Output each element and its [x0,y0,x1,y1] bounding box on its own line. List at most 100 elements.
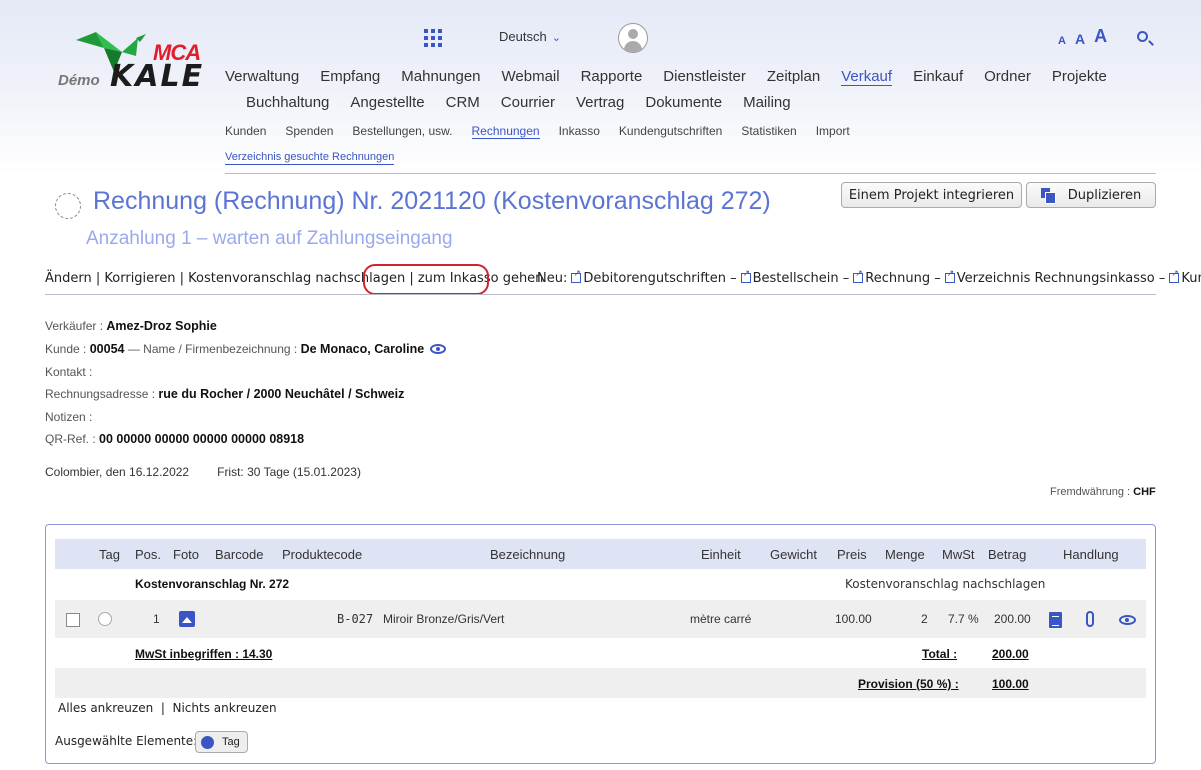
nav-crm[interactable]: CRM [446,94,480,111]
subnav-rechnungen[interactable]: Rechnungen [471,124,540,139]
kunde-name: De Monaco, Caroline [300,342,425,356]
subnav-spenden[interactable]: Spenden [285,124,333,138]
table-row [55,600,1146,638]
document-icon[interactable] [1049,612,1062,628]
image-icon[interactable] [179,611,195,627]
subnav-bestellungen[interactable]: Bestellungen, usw. [352,124,452,138]
neu-debitorengutschriften[interactable]: Debitorengutschriften [583,271,726,286]
user-avatar-icon[interactable] [618,23,648,53]
divider [225,173,1156,174]
tag-button-label: Tag [222,736,240,748]
neu-kunde[interactable]: Kunde [1181,271,1201,286]
nav-angestellte[interactable]: Angestellte [350,94,424,111]
font-size-controls: AAA [1058,26,1116,47]
th-preis: Preis [837,547,867,562]
nav-rapporte[interactable]: Rapporte [581,68,643,85]
korrigieren-link[interactable]: Korrigieren [104,271,175,286]
subnav-import[interactable]: Import [816,124,850,138]
verkaeufer-line: Verkäufer : Amez-Droz Sophie [45,319,217,333]
external-link-icon [1169,269,1180,283]
external-link-icon [571,269,582,283]
integrate-project-button[interactable]: Einem Projekt integrieren [841,182,1022,208]
nav-buchhaltung[interactable]: Buchhaltung [246,94,329,111]
provision-label: Provision (50 %) : [858,677,959,691]
cell-mwst: 7.7 % [948,612,979,626]
th-produktecode: Produktecode [282,547,363,562]
external-link-icon [853,269,864,283]
date-value: Colombier, den 16.12.2022 [45,465,190,479]
font-size-large-button[interactable]: A [1094,26,1107,46]
font-size-small-button[interactable]: A [1058,35,1066,47]
nav-empfang[interactable]: Empfang [320,68,380,85]
page-title: Rechnung (Rechnung) Nr. 2021120 (Kostenv… [93,187,771,215]
language-select[interactable]: Deutsch ⌄ [499,29,561,44]
status-circle-icon [55,193,81,219]
neu-verzeichnis[interactable]: Verzeichnis Rechnungsinkasso [957,271,1155,286]
apps-grid-icon[interactable] [424,29,442,47]
frist-value: Frist: 30 Tage (15.01.2023) [217,465,361,479]
total-label: Total : [922,647,958,661]
nav-dokumente[interactable]: Dokumente [645,94,722,111]
sub-nav: Kunden Spenden Bestellungen, usw. Rechnunge… [225,124,869,139]
page-subtitle: Anzahlung 1 – warten auf Zahlungseingang [86,228,453,249]
group-label: Kostenvoranschlag Nr. 272 [135,577,290,591]
new-links: Neu:Debitorengutschriften –Bestellschein… [537,269,1201,286]
name-label: — Name / Firmenbezeichnung : [127,342,298,356]
nav-projekte[interactable]: Projekte [1052,68,1107,85]
nav-ordner[interactable]: Ordner [984,68,1031,85]
subnav-inkasso[interactable]: Inkasso [559,124,600,138]
provision-value: 100.00 [992,677,1029,691]
nav-courrier[interactable]: Courrier [501,94,555,111]
adresse-line: Rechnungsadresse : rue du Rocher / 2000 … [45,387,404,401]
eye-icon[interactable] [1119,615,1136,625]
th-menge: Menge [885,547,925,562]
th-barcode: Barcode [215,547,264,562]
nav-verwaltung[interactable]: Verwaltung [225,68,299,85]
nav-verkauf[interactable]: Verkauf [841,68,893,86]
logo[interactable]: MCA Démo KALE [58,28,218,100]
row-checkbox[interactable] [66,613,80,627]
font-size-medium-button[interactable]: A [1075,31,1085,47]
nav-webmail[interactable]: Webmail [502,68,560,85]
subnav-kundengutschriften[interactable]: Kundengutschriften [619,124,722,138]
neu-label: Neu: [537,271,568,286]
subnav-kunden[interactable]: Kunden [225,124,266,138]
external-link-icon [944,269,955,283]
th-foto: Foto [173,547,200,562]
cell-pos: 1 [153,612,160,626]
total-value: 200.00 [992,647,1029,661]
adresse-label: Rechnungsadresse : [45,387,156,401]
nav-vertrag[interactable]: Vertrag [576,94,624,111]
nav-dienstleister[interactable]: Dienstleister [663,68,746,85]
aendern-link[interactable]: Ändern [45,271,92,286]
tag-button[interactable]: Tag [195,731,248,753]
kunde-line: Kunde : 00054 — Name / Firmenbezeichnung… [45,342,447,356]
logo-kale: KALE [110,59,205,94]
group-kv-link[interactable]: Kostenvoranschlag nachschlagen [845,577,1045,591]
nav-zeitplan[interactable]: Zeitplan [767,68,820,85]
select-none-link[interactable]: Nichts ankreuzen [173,701,277,715]
mwst-inbegriffen: MwSt inbegriffen : 14.30 [135,647,273,661]
nav-mahnungen[interactable]: Mahnungen [401,68,480,85]
duplicate-button[interactable]: Duplizieren [1026,182,1156,208]
currency-value: CHF [1133,486,1156,498]
logo-demo: Démo [58,72,100,89]
search-icon[interactable] [1137,31,1148,42]
cell-code: B-027 [337,612,374,626]
currency-label: Fremdwährung : [1050,486,1131,498]
nav-einkauf[interactable]: Einkauf [913,68,963,85]
row-tag-radio[interactable] [98,612,112,626]
highlight-ring [363,264,489,295]
select-all-link[interactable]: Alles ankreuzen [58,701,153,715]
neu-bestellschein[interactable]: Bestellschein [753,271,839,286]
subnav-statistiken[interactable]: Statistiken [741,124,796,138]
paperclip-icon[interactable] [1086,611,1094,627]
external-link-icon [740,269,751,283]
th-tag: Tag [99,547,120,562]
subnav-verzeichnis-link[interactable]: Verzeichnis gesuchte Rechnungen [225,151,395,165]
nav-mailing[interactable]: Mailing [743,94,791,111]
kontakt-line: Kontakt : [45,365,93,379]
qr-value: 00 00000 00000 00000 00000 08918 [99,432,305,446]
eye-icon[interactable] [430,344,447,354]
neu-rechnung[interactable]: Rechnung [865,271,930,286]
